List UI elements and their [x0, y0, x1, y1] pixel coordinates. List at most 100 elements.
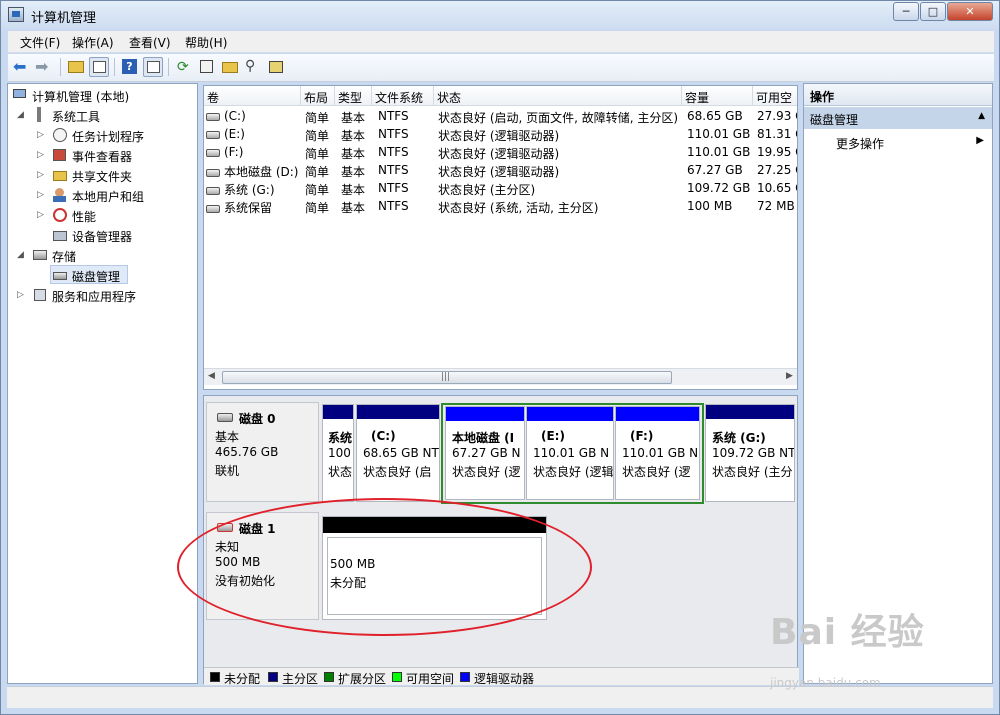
volume-free: 81.31 G — [757, 127, 797, 141]
column-header-capacity[interactable]: 容量 — [682, 86, 753, 106]
volume-status: 状态良好 (主分区) — [438, 183, 536, 197]
collapsed-triangle-icon[interactable]: ▷ — [36, 206, 45, 224]
column-header-free[interactable]: 可用空 — [753, 86, 797, 106]
tree-item-services-apps[interactable]: ▷ 服务和应用程序 — [8, 286, 193, 304]
properties-icon[interactable] — [197, 57, 217, 77]
scroll-left-icon[interactable]: ◀ — [208, 371, 215, 381]
actions-pane: 操作 磁盘管理 ▲ 更多操作 ▶ — [803, 83, 993, 684]
scrollbar-thumb[interactable]: ||| — [222, 371, 672, 384]
navigation-tree: 计算机管理 (本地) ◢ 系统工具 ▷ 任务计划程序 ▷ 事件查看器 ▷ 共享文… — [7, 83, 198, 684]
volume-capacity: 110.01 GB — [687, 145, 751, 159]
scroll-right-icon[interactable]: ▶ — [786, 371, 793, 381]
toolbar-separator — [60, 58, 61, 76]
collapsed-triangle-icon[interactable]: ▷ — [36, 126, 45, 144]
tree-item-system-tools[interactable]: ◢ 系统工具 — [8, 106, 193, 124]
menu-file[interactable]: 文件(F) — [20, 34, 60, 51]
volume-name: (C:) — [224, 109, 246, 123]
partition-legend: 未分配 主分区 扩展分区 可用空间 逻辑驱动器 — [204, 667, 799, 686]
title-bar[interactable]: 计算机管理 ─ □ ✕ — [1, 1, 999, 29]
drive-icon — [206, 130, 220, 139]
expanded-triangle-icon[interactable]: ◢ — [16, 246, 25, 264]
tree-item-event-viewer[interactable]: ▷ 事件查看器 — [8, 146, 193, 164]
partition-f[interactable]: (F:) 110.01 GB N 状态良好 (逻 — [615, 406, 700, 500]
tree-item-device-manager[interactable]: 设备管理器 — [8, 226, 193, 244]
volume-type: 基本 — [341, 201, 366, 215]
partition-g[interactable]: 系统 (G:) 109.72 GB NT 状态良好 (主分 — [705, 404, 795, 502]
column-header-status[interactable]: 状态 — [434, 86, 682, 106]
volume-row[interactable]: (F:) 简单 基本 NTFS 状态良好 (逻辑驱动器) 110.01 GB 1… — [204, 143, 797, 161]
volume-capacity: 110.01 GB — [687, 127, 751, 141]
disk-0-label[interactable]: 磁盘 0 基本 465.76 GB 联机 — [206, 402, 319, 502]
tree-item-root[interactable]: 计算机管理 (本地) — [8, 86, 193, 104]
close-button[interactable]: ✕ — [947, 2, 993, 21]
device-manager-icon — [52, 227, 68, 243]
back-arrow-icon[interactable]: ⬅ — [12, 57, 32, 77]
volume-filesystem: NTFS — [378, 145, 409, 159]
collapsed-triangle-icon[interactable]: ▷ — [16, 286, 25, 304]
disk-management-icon — [52, 267, 68, 283]
tree-item-local-users[interactable]: ▷ 本地用户和组 — [8, 186, 193, 204]
column-header-filesystem[interactable]: 文件系统 — [372, 86, 434, 106]
help-icon[interactable]: ? — [120, 57, 140, 77]
volume-row[interactable]: (C:) 简单 基本 NTFS 状态良好 (启动, 页面文件, 故障转储, 主分… — [204, 107, 797, 125]
primary-partition-bar — [706, 405, 794, 419]
tree-item-shared-folders[interactable]: ▷ 共享文件夹 — [8, 166, 193, 184]
drive-icon — [206, 148, 220, 157]
action-pane-icon[interactable] — [143, 57, 163, 77]
more-actions-item[interactable]: 更多操作 ▶ — [804, 132, 992, 152]
drive-icon — [206, 112, 220, 121]
expanded-triangle-icon[interactable]: ◢ — [16, 106, 25, 124]
clock-icon — [52, 127, 68, 143]
partition-system-reserved[interactable]: 系统 100 状态 — [322, 404, 354, 502]
menu-view[interactable]: 查看(V) — [129, 34, 171, 51]
toolbar: ⬅ ➡ ? ⟳ ⚲ — [8, 54, 994, 82]
partition-d[interactable]: 本地磁盘 (I 67.27 GB N 状态良好 (逻 — [445, 406, 525, 500]
collapsed-triangle-icon[interactable]: ▷ — [36, 146, 45, 164]
menu-action[interactable]: 操作(A) — [72, 34, 114, 51]
grip-icon: ||| — [441, 372, 451, 382]
volume-filesystem: NTFS — [378, 181, 409, 195]
column-header-volume[interactable]: 卷 — [204, 86, 301, 106]
volume-capacity: 68.65 GB — [687, 109, 743, 123]
disk-0-state: 联机 — [215, 464, 240, 478]
volume-row[interactable]: 本地磁盘 (D:) 简单 基本 NTFS 状态良好 (逻辑驱动器) 67.27 … — [204, 161, 797, 179]
volume-row[interactable]: 系统保留 简单 基本 NTFS 状态良好 (系统, 活动, 主分区) 100 M… — [204, 197, 797, 215]
submenu-arrow-icon: ▶ — [976, 135, 984, 146]
up-folder-icon[interactable] — [66, 57, 86, 77]
tree-item-performance[interactable]: ▷ 性能 — [8, 206, 193, 224]
minimize-button[interactable]: ─ — [893, 2, 919, 21]
volume-row[interactable]: 系统 (G:) 简单 基本 NTFS 状态良好 (主分区) 109.72 GB … — [204, 179, 797, 197]
volume-free: 27.25 G — [757, 163, 797, 177]
actions-section-disk-management[interactable]: 磁盘管理 ▲ — [804, 107, 992, 129]
volume-list-header: 卷 布局 类型 文件系统 状态 容量 可用空 — [204, 86, 797, 106]
disk-settings-icon[interactable] — [266, 57, 286, 77]
maximize-button[interactable]: □ — [920, 2, 946, 21]
volume-free: 72 MB — [757, 199, 795, 213]
menu-help[interactable]: 帮助(H) — [185, 34, 227, 51]
volume-layout: 简单 — [305, 201, 330, 215]
horizontal-scrollbar[interactable]: ◀ ||| ▶ — [204, 368, 797, 385]
disk-0-name: 磁盘 0 — [239, 412, 276, 426]
volume-filesystem: NTFS — [378, 163, 409, 177]
tree-item-disk-management[interactable]: 磁盘管理 — [50, 265, 128, 284]
tree-item-task-scheduler[interactable]: ▷ 任务计划程序 — [8, 126, 193, 144]
forward-arrow-icon[interactable]: ➡ — [34, 57, 54, 77]
collapse-triangle-icon[interactable]: ▲ — [978, 111, 985, 121]
volume-name: 系统保留 — [224, 201, 273, 215]
show-hide-tree-icon[interactable] — [89, 57, 109, 77]
tree-item-storage[interactable]: ◢ 存储 — [8, 246, 193, 264]
search-icon[interactable]: ⚲ — [243, 57, 263, 77]
volume-row[interactable]: (E:) 简单 基本 NTFS 状态良好 (逻辑驱动器) 110.01 GB 8… — [204, 125, 797, 143]
computer-management-icon — [12, 87, 28, 103]
column-header-layout[interactable]: 布局 — [301, 86, 335, 106]
legend-label-free: 可用空间 — [406, 672, 455, 686]
event-viewer-icon — [52, 147, 68, 163]
collapsed-triangle-icon[interactable]: ▷ — [36, 166, 45, 184]
refresh-icon[interactable]: ⟳ — [174, 57, 194, 77]
collapsed-triangle-icon[interactable]: ▷ — [36, 186, 45, 204]
open-folder-icon[interactable] — [220, 57, 240, 77]
partition-e[interactable]: (E:) 110.01 GB N 状态良好 (逻辑 — [526, 406, 614, 500]
legend-swatch-free — [392, 672, 402, 682]
partition-c[interactable]: (C:) 68.65 GB NT 状态良好 (启 — [356, 404, 440, 502]
column-header-type[interactable]: 类型 — [335, 86, 372, 106]
